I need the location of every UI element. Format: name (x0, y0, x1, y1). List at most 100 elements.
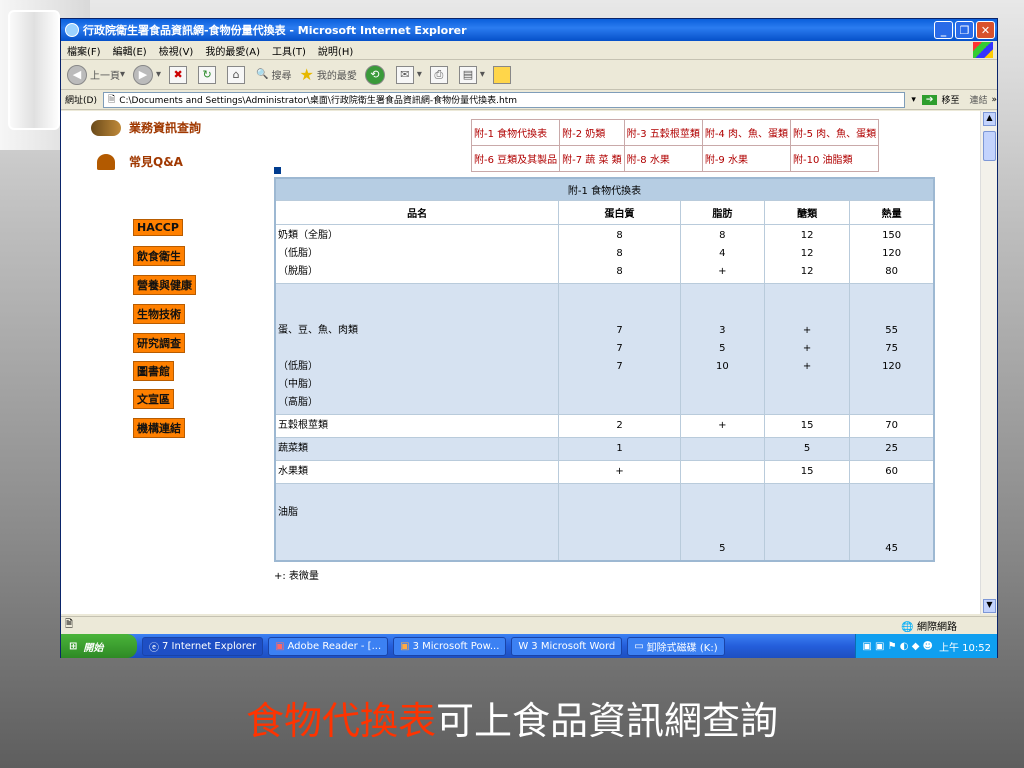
cell-line: 1 (616, 442, 623, 454)
home-button[interactable]: ⌂ (227, 65, 248, 84)
restore-button[interactable]: ❐ (955, 21, 974, 39)
task-powerpoint[interactable]: ▣ 3 Microsoft Pow... (393, 636, 507, 656)
sidebar-item-nutrition[interactable]: 營養與健康 (133, 275, 196, 295)
mail-button[interactable]: ✉ ▾ (395, 65, 422, 84)
cell-carb: + + + (763, 282, 851, 415)
search-button[interactable]: 🔍 搜尋 (256, 67, 291, 82)
standard-toolbar: ◀ 上一頁 ▾ ▶ ▾ ✖ ↻ ⌂ 🔍 搜尋 ★ 我的最愛 ⟲ ✉ ▾ ⎙ ▤ ▾ (61, 60, 997, 90)
history-button[interactable]: ⟲ (364, 64, 388, 85)
address-dropdown[interactable]: ▾ (911, 95, 916, 105)
pdf-icon: ▣ (275, 640, 285, 652)
cell-line: 5 (803, 442, 811, 454)
cell-line: 奶類（全脂） (278, 229, 338, 241)
link-appendix-5[interactable]: 附-5 肉、魚、蛋類 (789, 119, 880, 146)
back-button[interactable]: ◀ 上一頁 ▾ (67, 64, 125, 85)
task-word[interactable]: W3 Microsoft Word (511, 636, 623, 656)
edit-button[interactable]: ▤ ▾ (458, 65, 485, 84)
sidebar-item-haccp[interactable]: HACCP (133, 219, 183, 236)
forward-button[interactable]: ▶ ▾ (133, 64, 161, 85)
cell-line (852, 394, 931, 412)
menu-tools[interactable]: 工具(T) (272, 43, 306, 58)
links-button[interactable]: 連結 (969, 93, 987, 106)
sidebar: 業務資訊查詢 常見Q&A HACCP 飲食衛生 營養與健康 生物技術 研究調查 … (61, 111, 271, 614)
refresh-button[interactable]: ↻ (198, 65, 219, 84)
milk-glass-image (8, 10, 60, 130)
favorites-button[interactable]: ★ 我的最愛 (300, 65, 357, 84)
minimize-button[interactable]: _ (934, 21, 953, 39)
menu-file[interactable]: 檔案(F) (67, 43, 101, 58)
link-appendix-8[interactable]: 附-8 水果 (623, 145, 703, 172)
task-internet-explorer[interactable]: ⓔ 7 Internet Explorer (142, 636, 264, 656)
link-appendix-1[interactable]: 附-1 食物代換表 (470, 119, 561, 146)
tray-icons[interactable]: ▣ ▣ ⚑ ◐ ◆ ☻ (862, 641, 933, 652)
cell-kcal: 45 (849, 482, 935, 561)
cell-line: + (615, 465, 624, 477)
cell-line (561, 286, 677, 304)
status-bar: 🗎 🌐 網際網路 (61, 616, 997, 634)
menu-help[interactable]: 說明(H) (318, 43, 353, 58)
sidebar-item-research[interactable]: 研究調查 (133, 333, 185, 353)
table-row: 油脂 5 45 (274, 482, 935, 561)
cell-line: （低脂） (278, 247, 318, 259)
cell-line (767, 522, 847, 540)
title-bar[interactable]: 行政院衛生署食品資訊網-食物份量代換表 - Microsoft Internet… (61, 19, 997, 41)
cell-line: 油脂 (278, 506, 298, 518)
menu-favorites[interactable]: 我的最愛(A) (205, 43, 260, 58)
sidebar-item-food-hygiene[interactable]: 飲食衛生 (133, 246, 185, 266)
cell-line (561, 540, 677, 558)
mail-icon: ✉ (395, 65, 414, 84)
history-icon: ⟲ (364, 64, 385, 85)
cell-line: 12 (800, 247, 814, 259)
link-appendix-7[interactable]: 附-7 蔬 菜 類 (559, 145, 625, 172)
menu-edit[interactable]: 編輯(E) (113, 43, 147, 58)
address-bar: 網址(D) 🗎 C:\Documents and Settings\Adminis… (61, 90, 997, 110)
folder-button[interactable] (492, 65, 514, 84)
scroll-up-icon[interactable]: ▲ (983, 112, 996, 126)
cell-line: 水果類 (278, 465, 308, 477)
vertical-scrollbar[interactable]: ▲ ▼ (980, 111, 997, 614)
menu-view[interactable]: 檢視(V) (159, 43, 194, 58)
cell-line (561, 522, 677, 540)
go-arrow-icon[interactable]: ➔ (921, 94, 938, 105)
cell-name: 奶類（全脂） （低脂） （脫脂） (274, 223, 560, 284)
print-button[interactable]: ⎙ (429, 65, 451, 84)
start-button[interactable]: ⊞ 開始 (61, 634, 137, 658)
close-button[interactable]: ✕ (976, 21, 995, 39)
ie-task-icon: ⓔ (149, 642, 159, 654)
scroll-down-icon[interactable]: ▼ (983, 599, 996, 613)
task-removable-disk[interactable]: ▭ 卸除式磁碟 (K:) (627, 636, 725, 656)
task-adobe-reader[interactable]: ▣ Adobe Reader - [... (268, 636, 389, 656)
sidebar-item-faq[interactable]: 常見Q&A (91, 153, 183, 170)
sidebar-item-business-search[interactable]: 業務資訊查詢 (91, 119, 201, 136)
stop-button[interactable]: ✖ (169, 65, 190, 84)
cell-line: 80 (885, 265, 898, 277)
address-input[interactable]: 🗎 C:\Documents and Settings\Administrator… (102, 91, 906, 108)
sidebar-item-biotech[interactable]: 生物技術 (133, 304, 185, 324)
link-appendix-6[interactable]: 附-6 豆類及其製品 (470, 145, 561, 172)
cell-fat: 3 5 10 (679, 282, 765, 415)
cell-protein: 2 (558, 413, 681, 438)
link-appendix-2[interactable]: 附-2 奶類 (559, 119, 625, 146)
cell-line: + (802, 360, 812, 372)
cell-fat: 8 4 + (679, 223, 765, 284)
cell-line (278, 286, 556, 304)
slide-caption: 食物代換表可上食品資訊網查詢 (0, 690, 1024, 745)
cell-line (683, 304, 762, 322)
go-button[interactable]: 移至 (941, 93, 959, 106)
cell-line: 12 (800, 229, 814, 241)
link-appendix-10[interactable]: 附-10 油脂類 (789, 145, 880, 172)
cell-protein: 8 8 8 (558, 223, 681, 284)
scroll-thumb[interactable] (983, 131, 996, 161)
link-appendix-4[interactable]: 附-4 肉、魚、蛋類 (701, 119, 791, 146)
sidebar-item-links[interactable]: 機構連結 (133, 418, 185, 438)
cell-line (561, 394, 677, 412)
link-appendix-3[interactable]: 附-3 五穀根莖類 (623, 119, 703, 146)
cell-line: 7 (616, 324, 623, 336)
cell-line: 120 (882, 360, 902, 372)
chevron-right-icon[interactable]: » (991, 95, 997, 105)
link-appendix-9[interactable]: 附-9 水果 (701, 145, 791, 172)
sidebar-item-publicity[interactable]: 文宣區 (133, 389, 174, 409)
sidebar-item-library[interactable]: 圖書館 (133, 361, 174, 381)
cell-line: 2 (616, 419, 623, 431)
windows-flag-icon: ⊞ (69, 640, 78, 652)
